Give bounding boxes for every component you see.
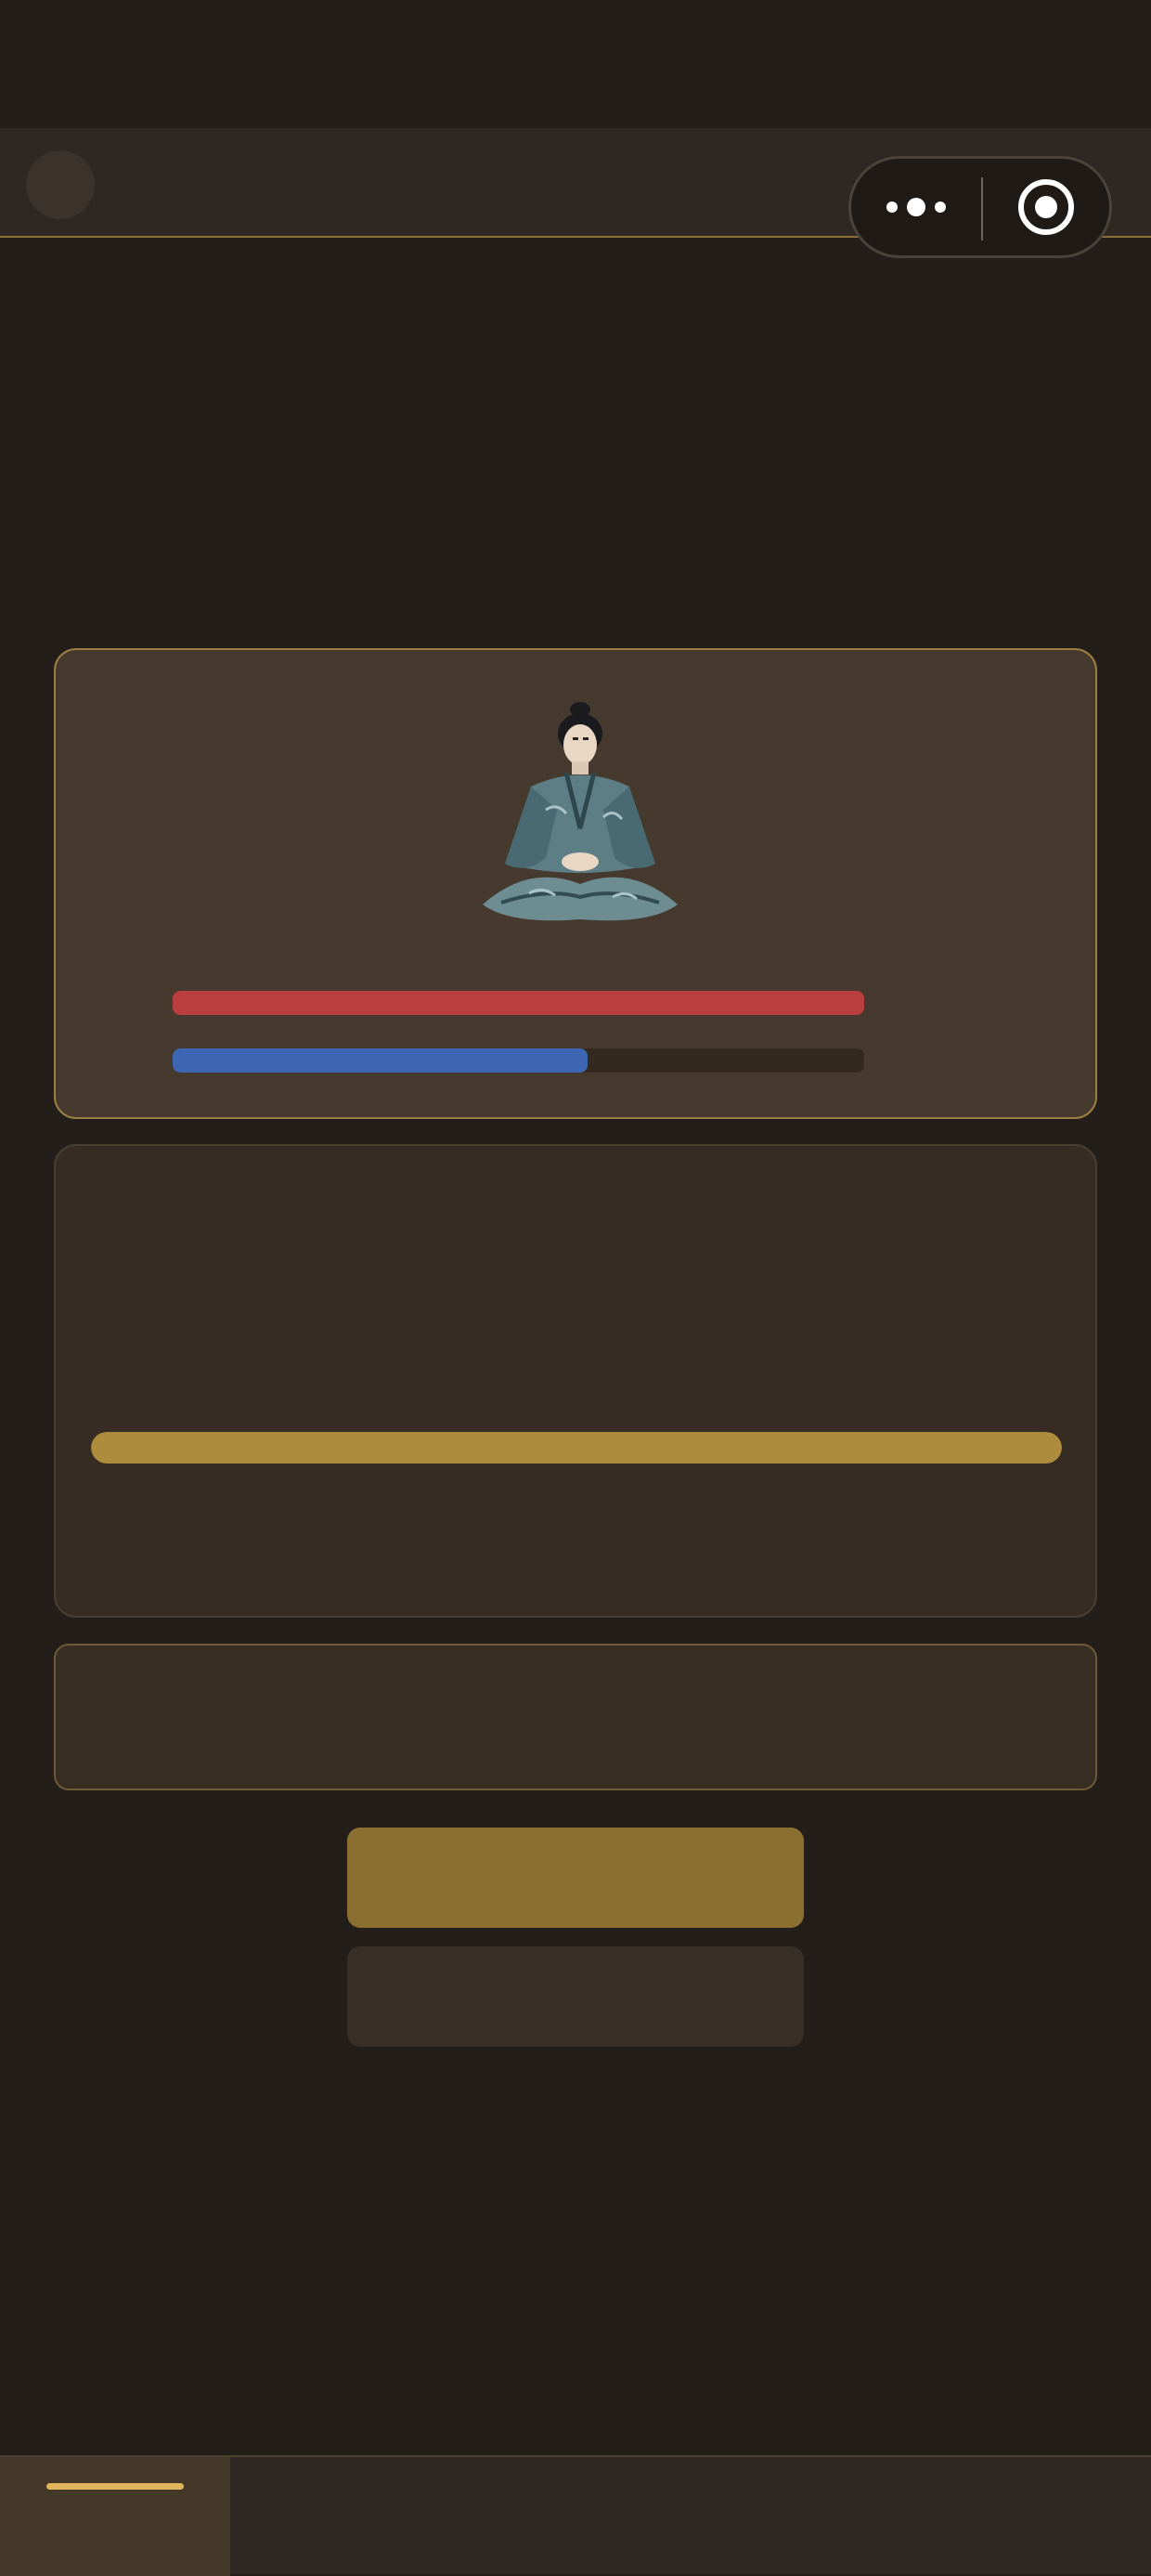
log-panel	[54, 1644, 1097, 1790]
mp-bar-fill	[173, 1048, 588, 1073]
target-close-icon[interactable]	[1018, 179, 1074, 235]
status-bar	[0, 0, 1151, 128]
capsule-divider	[981, 177, 983, 241]
dot	[907, 198, 925, 216]
tab-bar	[0, 2455, 1151, 2576]
cultivation-panel	[54, 1144, 1097, 1618]
dot	[935, 202, 946, 213]
more-dots-icon[interactable]	[851, 159, 981, 255]
hp-bar-fill	[173, 991, 864, 1015]
hp-bar	[173, 991, 864, 1015]
cultivation-progress-bar	[91, 1432, 1062, 1464]
circle-back-icon[interactable]	[26, 150, 95, 219]
character-card	[54, 648, 1097, 1119]
dot	[886, 202, 898, 213]
secondary-action-button[interactable]	[347, 1946, 804, 2047]
primary-action-button[interactable]	[347, 1828, 804, 1928]
tab-item-active[interactable]	[0, 2457, 230, 2576]
cultivation-progress-fill	[91, 1432, 1062, 1464]
active-tab-indicator	[46, 2483, 184, 2490]
miniprogram-capsule	[848, 156, 1112, 258]
mp-bar	[173, 1048, 864, 1073]
nav-bar	[0, 128, 1151, 258]
target-close-icon-center	[1035, 196, 1057, 218]
meditating-swordsman-figure	[483, 702, 678, 921]
